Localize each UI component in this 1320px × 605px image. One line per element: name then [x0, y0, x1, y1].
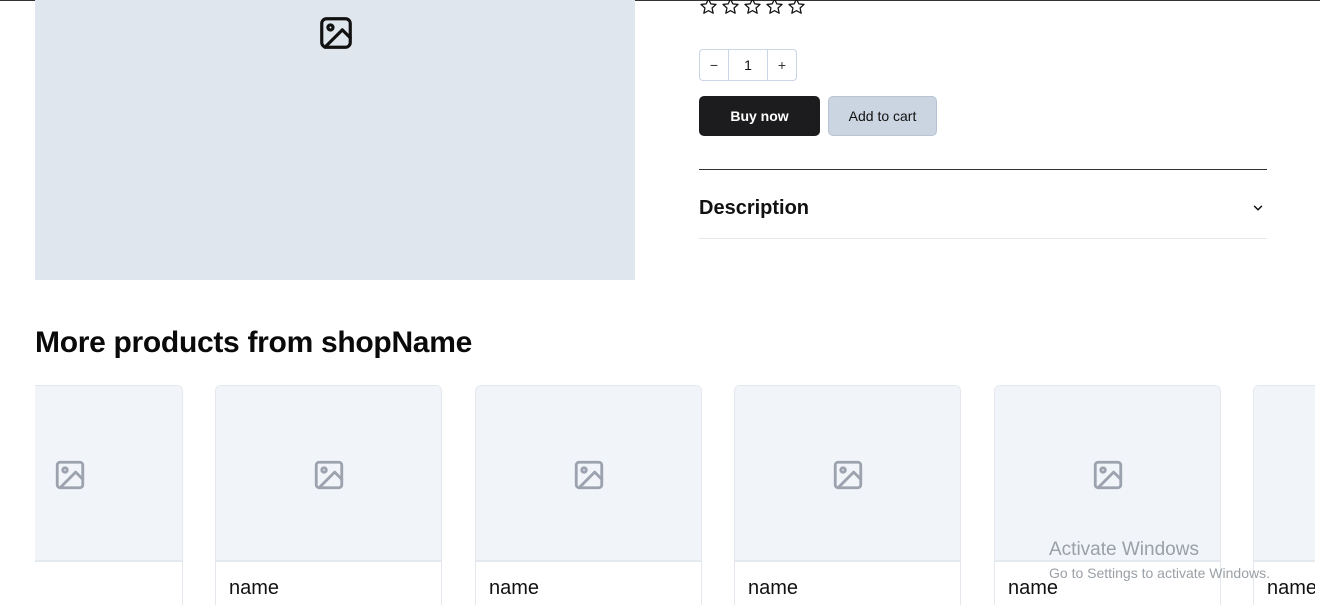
rating-stars[interactable] — [699, 0, 806, 16]
product-image[interactable] — [35, 0, 635, 280]
product-card[interactable]: name — [475, 385, 702, 605]
star-outline-icon[interactable] — [765, 0, 784, 16]
divider — [699, 238, 1267, 239]
product-name: name — [1267, 577, 1315, 599]
product-thumbnail — [995, 386, 1220, 562]
product-card[interactable] — [35, 385, 183, 605]
section-title: More products from shopName — [35, 326, 472, 359]
increment-button[interactable]: + — [768, 50, 796, 80]
product-name: name — [1008, 577, 1059, 599]
star-outline-icon[interactable] — [787, 0, 806, 16]
product-card[interactable]: name — [1253, 385, 1315, 605]
image-placeholder-icon — [55, 460, 84, 490]
image-placeholder-icon — [314, 460, 343, 490]
description-label: Description — [699, 196, 810, 219]
image-placeholder-icon — [320, 17, 352, 49]
product-thumbnail — [35, 386, 182, 562]
product-thumbnail — [476, 386, 701, 562]
divider — [699, 169, 1267, 170]
chevron-down-icon — [1253, 205, 1263, 211]
image-placeholder-icon — [1093, 460, 1122, 490]
product-card[interactable]: name — [734, 385, 961, 605]
decrement-button[interactable]: − — [700, 50, 728, 80]
image-placeholder-icon — [833, 460, 862, 490]
buy-now-button[interactable]: Buy now — [699, 96, 820, 136]
quantity-value[interactable]: 1 — [728, 50, 768, 80]
product-name: name — [748, 577, 799, 599]
product-carousel[interactable]: name name name name name — [35, 385, 1315, 605]
product-thumbnail — [735, 386, 960, 562]
product-thumbnail — [216, 386, 441, 562]
product-card[interactable]: name — [994, 385, 1221, 605]
star-outline-icon[interactable] — [699, 0, 718, 16]
star-outline-icon[interactable] — [721, 0, 740, 16]
product-name: name — [229, 577, 280, 599]
product-card[interactable]: name — [215, 385, 442, 605]
product-thumbnail — [1254, 386, 1315, 562]
quantity-stepper: − 1 + — [699, 49, 797, 81]
product-name: name — [489, 577, 540, 599]
star-outline-icon[interactable] — [743, 0, 762, 16]
description-accordion[interactable]: Description — [699, 180, 1267, 236]
add-to-cart-button[interactable]: Add to cart — [828, 96, 937, 136]
image-placeholder-icon — [574, 460, 603, 490]
